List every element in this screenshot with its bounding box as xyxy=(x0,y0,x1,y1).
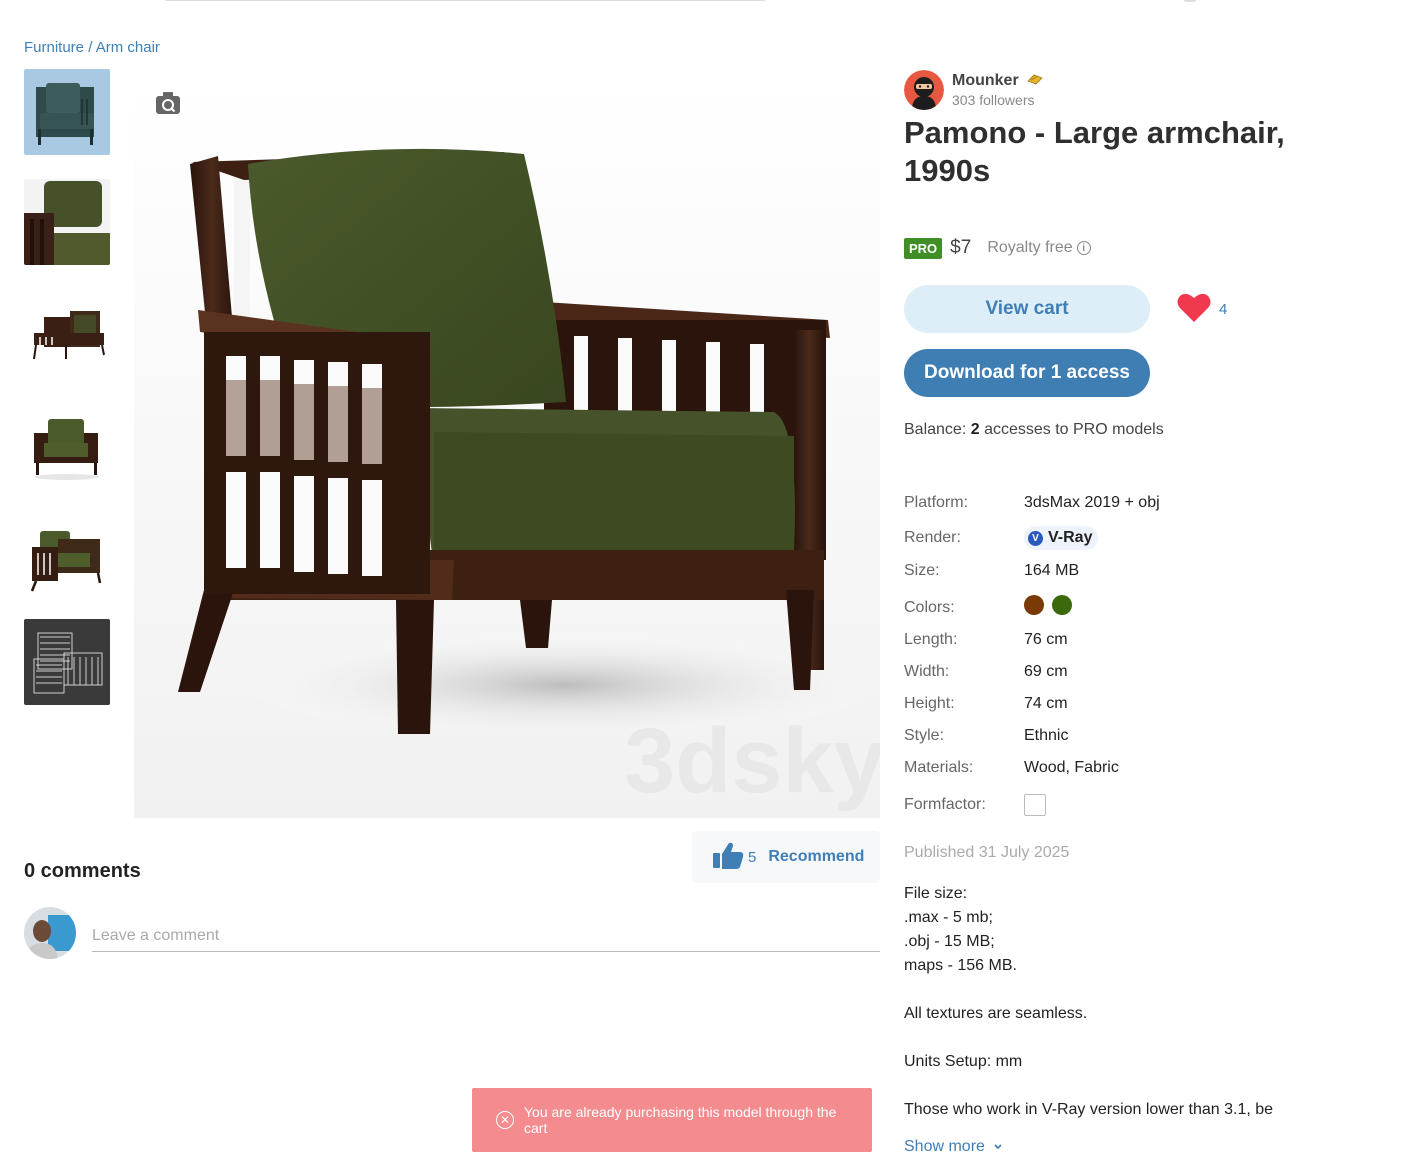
author-block: Mounker 303 followers xyxy=(904,70,1043,110)
spec-colors: Colors: xyxy=(904,595,1080,620)
spec-value: 74 cm xyxy=(1024,695,1068,712)
close-circle-icon[interactable]: ✕ xyxy=(496,1111,514,1129)
spec-style: Style: Ethnic xyxy=(904,727,1068,745)
breadcrumb-arm-chair[interactable]: Arm chair xyxy=(96,39,160,56)
description-line: maps - 156 MB. xyxy=(904,957,1017,974)
thumbnail-6[interactable] xyxy=(24,619,110,705)
view-cart-button[interactable]: View cart xyxy=(904,285,1150,333)
spec-value: 164 MB xyxy=(1024,562,1080,579)
color-swatches xyxy=(1024,595,1080,620)
spec-value: 69 cm xyxy=(1024,663,1068,680)
thumbnail-5[interactable] xyxy=(24,509,110,595)
spec-label: Platform: xyxy=(904,494,969,511)
description-line: All textures are seamless. xyxy=(904,1005,1088,1022)
spec-materials: Materials: Wood, Fabric xyxy=(904,759,1119,777)
balance-suffix: accesses to PRO models xyxy=(979,421,1164,438)
download-button[interactable]: Download for 1 access xyxy=(904,349,1150,397)
thumbs-up-icon xyxy=(712,841,744,874)
heart-icon xyxy=(1177,292,1211,327)
author-avatar[interactable] xyxy=(904,70,944,110)
show-more-link[interactable]: Show more xyxy=(904,1138,1003,1156)
balance-info: Balance: 2 accesses to PRO models xyxy=(904,421,1164,439)
camera-icon[interactable] xyxy=(155,91,181,115)
spec-length: Length: 76 cm xyxy=(904,631,1068,649)
price-row: PRO $7 Royalty free i xyxy=(904,237,1091,259)
recommend-label: Recommend xyxy=(768,848,865,865)
spec-label: Width: xyxy=(904,663,950,680)
balance-prefix: Balance: xyxy=(904,421,971,438)
spec-label: Colors: xyxy=(904,598,955,616)
spec-render: Render: V V-Ray xyxy=(904,526,1099,550)
header-divider xyxy=(165,0,765,1)
chevron-down-icon xyxy=(993,1138,1003,1156)
description-line: .obj - 15 MB; xyxy=(904,933,995,950)
thumbnail-strip xyxy=(24,69,110,729)
color-swatch[interactable] xyxy=(1052,595,1072,615)
vray-chip[interactable]: V V-Ray xyxy=(1024,526,1099,550)
breadcrumb-furniture[interactable]: Furniture xyxy=(24,39,84,56)
vray-logo-icon: V xyxy=(1028,530,1043,546)
description-line: Those who work in V-Ray version lower th… xyxy=(904,1101,1274,1118)
spec-label: Formfactor: xyxy=(904,796,986,813)
spec-platform: Platform: 3dsMax 2019 + obj xyxy=(904,494,1160,512)
recommend-count: 5 xyxy=(748,848,757,866)
recommend-button[interactable]: 5 Recommend xyxy=(692,831,880,883)
like-button[interactable]: 4 xyxy=(1177,292,1227,327)
watermark-text: 3dsky xyxy=(624,710,880,812)
gold-badge-icon xyxy=(1027,72,1043,90)
spec-formfactor: Formfactor: xyxy=(904,794,1046,816)
main-product-image[interactable]: 3dsky xyxy=(134,80,880,818)
comment-input[interactable] xyxy=(92,920,880,952)
spec-label: Style: xyxy=(904,727,945,744)
description-line xyxy=(904,1074,1324,1098)
thumbnail-2[interactable] xyxy=(24,179,110,265)
like-count: 4 xyxy=(1219,301,1228,318)
thumbnail-4[interactable] xyxy=(24,399,110,485)
toast-message: You are already purchasing this model th… xyxy=(524,1104,837,1136)
breadcrumb-separator: / xyxy=(84,39,96,56)
pro-badge: PRO xyxy=(904,237,943,259)
spec-label: Length: xyxy=(904,631,958,648)
description-line xyxy=(904,1026,1324,1050)
description-line: Units Setup: mm xyxy=(904,1053,1023,1070)
error-toast: ✕ You are already purchasing this model … xyxy=(472,1088,872,1152)
spec-value[interactable]: Ethnic xyxy=(1024,727,1068,745)
description-line: File size: xyxy=(904,885,968,902)
user-avatar xyxy=(24,907,76,959)
spec-value: Wood, Fabric xyxy=(1024,759,1119,776)
license-label: Royalty free xyxy=(987,239,1073,256)
description-line: .max - 5 mb; xyxy=(904,909,993,926)
thumbnail-3[interactable] xyxy=(24,289,110,375)
spec-label: Height: xyxy=(904,695,955,712)
color-swatch[interactable] xyxy=(1024,595,1044,615)
thumbnail-1[interactable] xyxy=(24,69,110,155)
comments-title: 0 comments xyxy=(24,860,141,882)
spec-size: Size: 164 MB xyxy=(904,562,1079,580)
description: File size: .max - 5 mb; .obj - 15 MB; ma… xyxy=(904,882,1324,1122)
show-more-label: Show more xyxy=(904,1138,985,1155)
spec-label: Render: xyxy=(904,529,961,546)
spec-value: 3dsMax 2019 + obj xyxy=(1024,494,1160,511)
published-date: Published 31 July 2025 xyxy=(904,844,1070,861)
author-name[interactable]: Mounker xyxy=(952,73,1019,90)
balance-value: 2 xyxy=(970,421,980,438)
formfactor-checkbox xyxy=(1024,794,1046,816)
description-line xyxy=(904,978,1324,1002)
spec-width: Width: 69 cm xyxy=(904,663,1068,681)
spec-height: Height: 74 cm xyxy=(904,695,1068,713)
price: $7 xyxy=(950,237,972,258)
breadcrumb: Furniture / Arm chair xyxy=(24,39,160,56)
render-value: V-Ray xyxy=(1048,529,1093,546)
header-indicator xyxy=(1183,0,1197,2)
product-title: Pamono - Large armchair, 1990s xyxy=(904,115,1285,188)
license-info[interactable]: Royalty free i xyxy=(987,239,1091,257)
spec-label: Size: xyxy=(904,562,940,579)
author-followers: 303 followers xyxy=(952,91,1035,108)
spec-value: 76 cm xyxy=(1024,631,1068,648)
spec-label: Materials: xyxy=(904,759,974,776)
info-icon[interactable]: i xyxy=(1076,241,1091,255)
